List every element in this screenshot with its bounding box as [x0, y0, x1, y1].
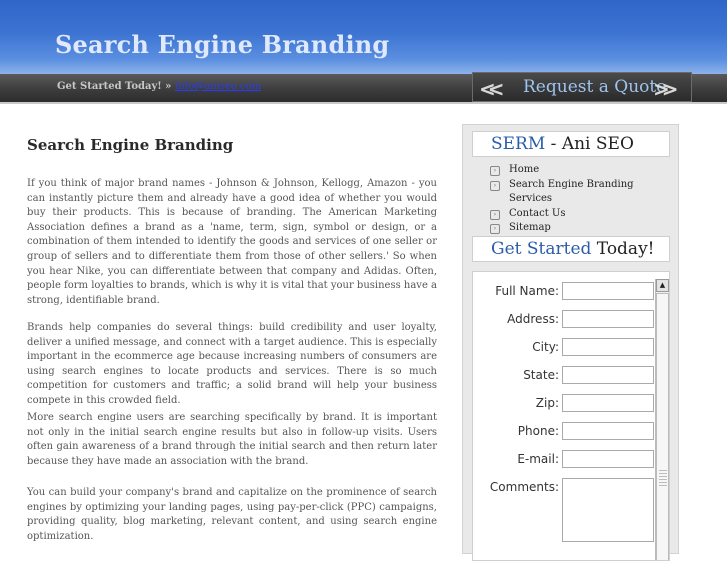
sidebar-item-label: Contact Us	[509, 207, 566, 219]
sidebar: SERM - Ani SEO › Home › Search Engine Bran…	[462, 124, 679, 561]
comments-row: Comments:	[473, 478, 656, 542]
form-scrollbar[interactable]: ▲	[655, 279, 669, 560]
state-row: State:	[473, 366, 656, 388]
get-started-rest: Today!	[591, 239, 655, 259]
email-field[interactable]	[562, 450, 654, 468]
paragraph: If you think of major brand names - John…	[27, 178, 437, 306]
get-started-highlight: Get Started	[491, 239, 592, 259]
paragraph: More search engine users are searching s…	[27, 412, 437, 467]
full-name-label: Full Name:	[495, 284, 559, 298]
comments-field[interactable]	[562, 478, 654, 542]
header-banner: Search Engine Branding	[0, 0, 727, 74]
full-name-field[interactable]	[562, 282, 654, 300]
main-content: Search Engine Branding If you think of m…	[27, 136, 437, 542]
email-link[interactable]: info@aniseo.com	[175, 81, 261, 92]
sidebar-item-label: Search Engine Branding Services	[509, 178, 634, 205]
quote-form: Full Name: Address: City: State: Zip: Ph…	[472, 271, 670, 561]
serm-title-highlight: SERM	[491, 134, 546, 154]
paragraph: Brands help companies do several things:…	[27, 322, 437, 406]
chevron-right-icon: >>	[653, 77, 678, 101]
phone-label: Phone:	[517, 424, 559, 438]
address-row: Address:	[473, 310, 656, 332]
state-label: State:	[523, 368, 559, 382]
bullet-icon: ›	[490, 166, 500, 176]
bullet-icon: ›	[490, 224, 500, 235]
sidebar-item-branding-services[interactable]: › Search Engine Branding Services	[490, 178, 678, 207]
zip-field[interactable]	[562, 394, 654, 412]
request-quote-label: Request a Quote	[523, 77, 667, 97]
state-field[interactable]	[562, 366, 654, 384]
phone-field[interactable]	[562, 422, 654, 440]
city-row: City:	[473, 338, 656, 360]
address-label: Address:	[507, 312, 559, 326]
sidebar-item-contact[interactable]: › Contact Us	[490, 207, 678, 222]
serm-title-rest: - Ani SEO	[545, 134, 634, 154]
site-title[interactable]: Search Engine Branding	[55, 30, 389, 59]
zip-row: Zip:	[473, 394, 656, 416]
sidebar-item-sitemap[interactable]: › Sitemap	[490, 221, 678, 236]
sidebar-item-label: Home	[509, 164, 540, 175]
get-started-text: Get Started Today! »	[57, 81, 172, 92]
email-row: E-mail:	[473, 450, 656, 472]
paragraph: You can build your company's brand and c…	[27, 487, 437, 542]
bullet-icon: ›	[490, 180, 500, 191]
grip-icon	[659, 470, 667, 488]
sidebar-item-home[interactable]: › Home	[490, 163, 678, 178]
request-quote-button[interactable]: << Request a Quote >>	[472, 72, 692, 102]
comments-label: Comments:	[489, 480, 559, 494]
sidebar-item-label: Sitemap	[509, 222, 551, 234]
get-started-box-title: Get Started Today!	[472, 236, 670, 262]
scrollbar-thumb[interactable]	[656, 293, 669, 560]
bullet-icon: ›	[490, 209, 500, 220]
scroll-up-icon[interactable]: ▲	[656, 279, 669, 292]
zip-label: Zip:	[535, 396, 559, 410]
page-title: Search Engine Branding	[27, 136, 234, 154]
sidebar-menu: › Home › Search Engine Branding Services ›…	[490, 163, 678, 236]
city-label: City:	[532, 340, 559, 354]
address-field[interactable]	[562, 310, 654, 328]
chevron-left-icon: <<	[479, 77, 504, 101]
email-label: E-mail:	[517, 452, 559, 466]
city-field[interactable]	[562, 338, 654, 356]
get-started-line: Get Started Today! » info@aniseo.com	[57, 81, 261, 92]
phone-row: Phone:	[473, 422, 656, 444]
full-name-row: Full Name:	[473, 282, 656, 304]
serm-box-title: SERM - Ani SEO	[472, 131, 670, 157]
